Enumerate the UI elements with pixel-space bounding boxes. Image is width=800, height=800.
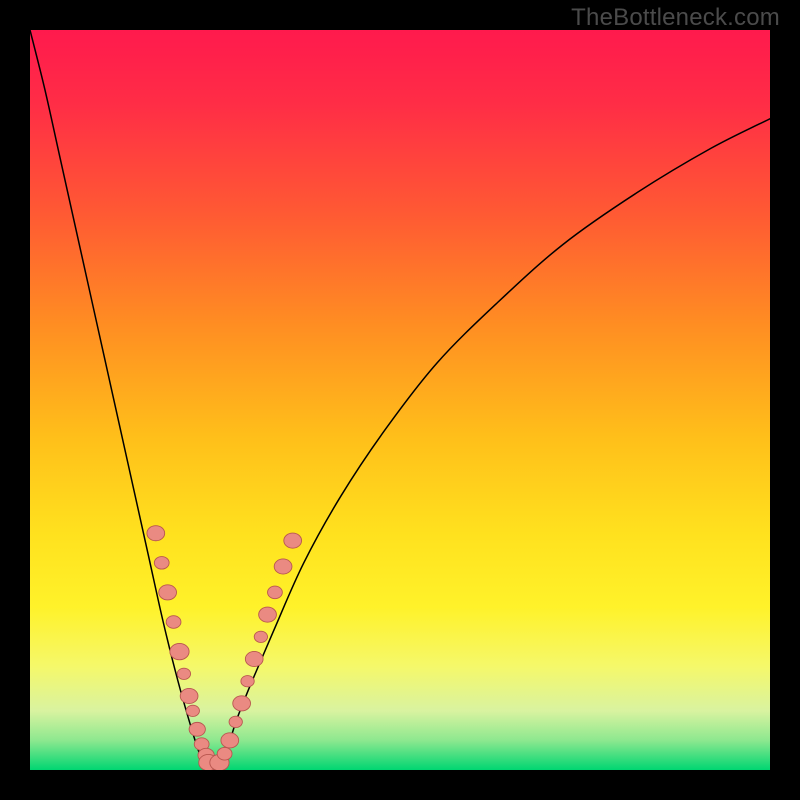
bead-marker	[166, 616, 181, 629]
bead-marker	[147, 526, 165, 541]
bead-marker	[154, 557, 169, 570]
bead-marker	[241, 676, 254, 687]
bead-marker	[159, 585, 177, 600]
bead-marker	[284, 533, 302, 548]
bead-marker	[229, 716, 242, 727]
bottleneck-curve	[30, 30, 770, 770]
bead-marker	[189, 722, 205, 736]
bead-marker	[259, 607, 277, 622]
bead-marker	[217, 747, 232, 760]
bead-marker	[221, 733, 239, 748]
plot-area	[30, 30, 770, 770]
bead-marker	[177, 668, 190, 679]
bead-marker	[186, 705, 199, 716]
curve-layer	[30, 30, 770, 770]
bead-marker	[180, 688, 198, 703]
chart-frame: TheBottleneck.com	[0, 0, 800, 800]
bead-marker	[254, 631, 267, 642]
bead-marker	[268, 586, 283, 599]
bead-marker	[233, 696, 251, 711]
bead-marker	[170, 643, 189, 659]
bead-marker	[245, 651, 263, 666]
watermark-text: TheBottleneck.com	[571, 4, 780, 32]
bead-marker	[274, 559, 292, 574]
